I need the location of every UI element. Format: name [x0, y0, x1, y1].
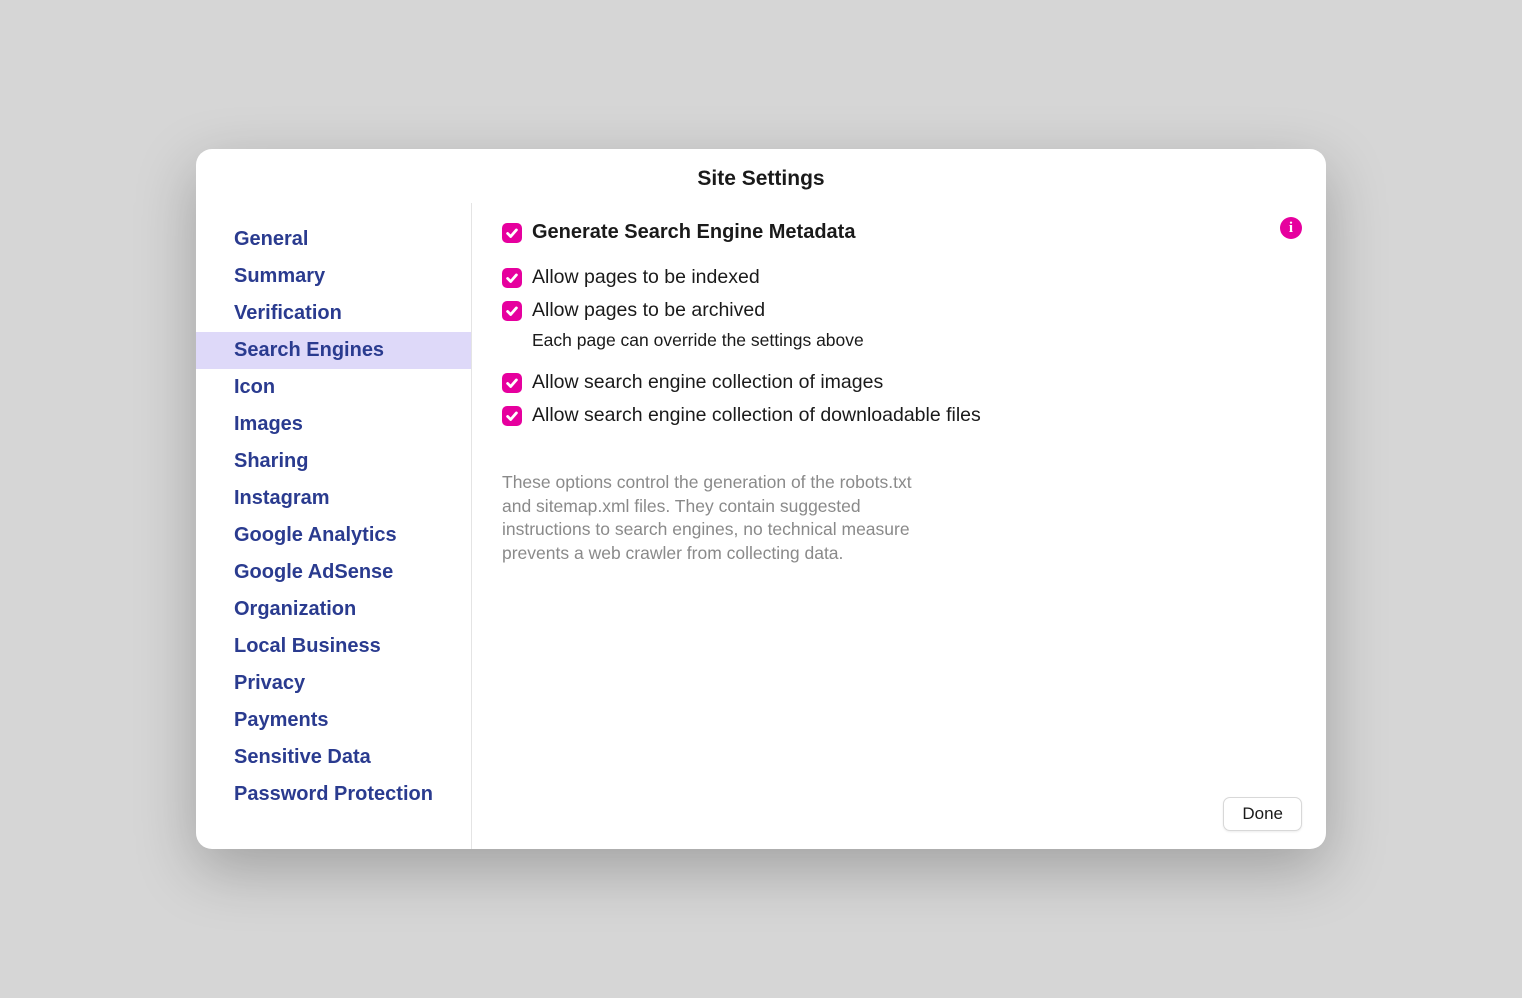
- allow-images-row: Allow search engine collection of images: [502, 371, 1296, 394]
- site-settings-dialog: Site Settings General Summary Verificati…: [196, 149, 1326, 849]
- done-button[interactable]: Done: [1223, 797, 1302, 831]
- checkmark-icon: [505, 271, 519, 285]
- sidebar: General Summary Verification Search Engi…: [196, 203, 472, 849]
- sidebar-item-summary[interactable]: Summary: [196, 258, 471, 295]
- allow-archived-checkbox[interactable]: [502, 301, 522, 321]
- allow-images-checkbox[interactable]: [502, 373, 522, 393]
- sidebar-item-password-protection[interactable]: Password Protection: [196, 776, 471, 813]
- checkmark-icon: [505, 409, 519, 423]
- sidebar-item-organization[interactable]: Organization: [196, 591, 471, 628]
- generate-metadata-label: Generate Search Engine Metadata: [532, 221, 855, 244]
- allow-files-checkbox[interactable]: [502, 406, 522, 426]
- info-icon[interactable]: i: [1280, 217, 1302, 239]
- override-note: Each page can override the settings abov…: [532, 330, 1296, 351]
- description-text: These options control the generation of …: [502, 471, 922, 566]
- allow-files-row: Allow search engine collection of downlo…: [502, 404, 1296, 427]
- sidebar-item-icon[interactable]: Icon: [196, 369, 471, 406]
- checkmark-icon: [505, 226, 519, 240]
- allow-indexed-row: Allow pages to be indexed: [502, 266, 1296, 289]
- allow-archived-label: Allow pages to be archived: [532, 299, 765, 322]
- sidebar-item-sensitive-data[interactable]: Sensitive Data: [196, 739, 471, 776]
- sidebar-item-local-business[interactable]: Local Business: [196, 628, 471, 665]
- sidebar-item-search-engines[interactable]: Search Engines: [196, 332, 471, 369]
- sidebar-item-sharing[interactable]: Sharing: [196, 443, 471, 480]
- checkmark-icon: [505, 304, 519, 318]
- sidebar-item-general[interactable]: General: [196, 221, 471, 258]
- dialog-title: Site Settings: [196, 149, 1326, 203]
- allow-files-label: Allow search engine collection of downlo…: [532, 404, 981, 427]
- checkmark-icon: [505, 376, 519, 390]
- sidebar-item-images[interactable]: Images: [196, 406, 471, 443]
- allow-indexed-label: Allow pages to be indexed: [532, 266, 760, 289]
- allow-images-label: Allow search engine collection of images: [532, 371, 883, 394]
- dialog-body: General Summary Verification Search Engi…: [196, 203, 1326, 849]
- content-pane: i Generate Search Engine Metadata Allow …: [472, 203, 1326, 849]
- sidebar-item-instagram[interactable]: Instagram: [196, 480, 471, 517]
- sidebar-item-payments[interactable]: Payments: [196, 702, 471, 739]
- generate-metadata-checkbox[interactable]: [502, 223, 522, 243]
- sidebar-item-google-analytics[interactable]: Google Analytics: [196, 517, 471, 554]
- sidebar-item-privacy[interactable]: Privacy: [196, 665, 471, 702]
- sidebar-item-verification[interactable]: Verification: [196, 295, 471, 332]
- sidebar-item-google-adsense[interactable]: Google AdSense: [196, 554, 471, 591]
- generate-metadata-row: Generate Search Engine Metadata: [502, 221, 1296, 244]
- allow-indexed-checkbox[interactable]: [502, 268, 522, 288]
- allow-archived-row: Allow pages to be archived: [502, 299, 1296, 322]
